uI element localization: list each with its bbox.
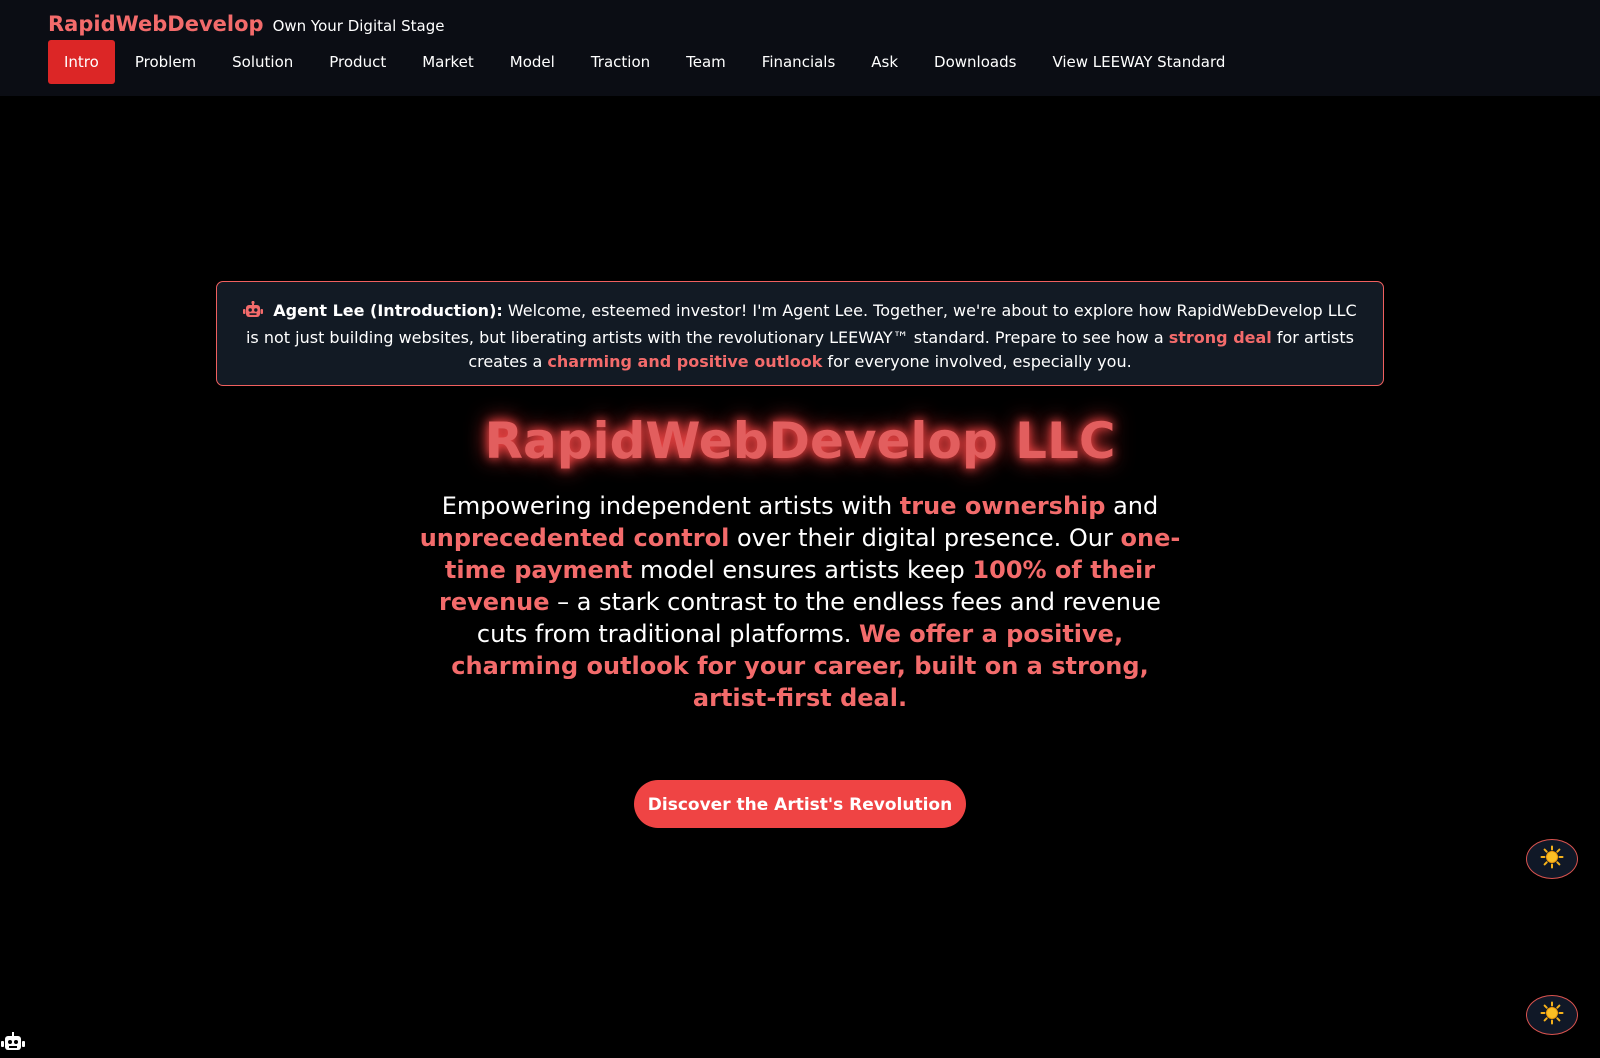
hero-description: Empowering independent artists with true… bbox=[412, 490, 1188, 714]
nav-item-ask[interactable]: Ask bbox=[855, 40, 914, 84]
discover-revolution-button[interactable]: Discover the Artist's Revolution bbox=[634, 780, 966, 828]
hero-title: RapidWebDevelop LLC bbox=[484, 412, 1116, 470]
hero-text-4: model ensures artists keep bbox=[632, 556, 973, 584]
brand-tagline: Own Your Digital Stage bbox=[272, 17, 445, 35]
agent-highlight-positive-outlook: charming and positive outlook bbox=[547, 352, 823, 371]
theme-toggle-button-secondary[interactable] bbox=[1526, 995, 1578, 1035]
nav-item-team[interactable]: Team bbox=[670, 40, 742, 84]
hero-text-2: and bbox=[1105, 492, 1159, 520]
robot-icon bbox=[243, 300, 264, 326]
nav-item-model[interactable]: Model bbox=[494, 40, 571, 84]
sun-icon bbox=[1540, 1001, 1564, 1029]
hero-highlight-true-ownership: true ownership bbox=[899, 492, 1106, 520]
hero-text-1: Empowering independent artists with bbox=[441, 492, 900, 520]
nav-item-solution[interactable]: Solution bbox=[216, 40, 309, 84]
agent-message-title: Agent Lee (Introduction): bbox=[273, 301, 503, 320]
nav-item-traction[interactable]: Traction bbox=[575, 40, 666, 84]
main-nav: Intro Problem Solution Product Market Mo… bbox=[48, 40, 1245, 84]
robot-icon bbox=[0, 1032, 26, 1058]
nav-item-product[interactable]: Product bbox=[313, 40, 402, 84]
hero-highlight-unprecedented-control: unprecedented control bbox=[419, 524, 730, 552]
brand-row: RapidWebDevelop Own Your Digital Stage bbox=[48, 12, 444, 36]
nav-item-problem[interactable]: Problem bbox=[119, 40, 212, 84]
nav-item-view-leeway-standard[interactable]: View LEEWAY Standard bbox=[1036, 40, 1241, 84]
nav-item-downloads[interactable]: Downloads bbox=[918, 40, 1032, 84]
agent-highlight-strong-deal: strong deal bbox=[1168, 328, 1272, 347]
nav-item-financials[interactable]: Financials bbox=[746, 40, 852, 84]
sun-icon bbox=[1540, 845, 1564, 873]
nav-item-intro[interactable]: Intro bbox=[48, 40, 115, 84]
agent-message-text-3: for everyone involved, especially you. bbox=[822, 352, 1132, 371]
theme-toggle-button[interactable] bbox=[1526, 839, 1578, 879]
agent-launcher-button[interactable] bbox=[0, 1032, 26, 1056]
top-header: RapidWebDevelop Own Your Digital Stage I… bbox=[0, 0, 1600, 96]
agent-lee-message: Agent Lee (Introduction): Welcome, estee… bbox=[216, 281, 1384, 386]
nav-item-market[interactable]: Market bbox=[406, 40, 490, 84]
brand-logo-text[interactable]: RapidWebDevelop bbox=[48, 12, 264, 36]
hero-text-3: over their digital presence. Our bbox=[729, 524, 1121, 552]
